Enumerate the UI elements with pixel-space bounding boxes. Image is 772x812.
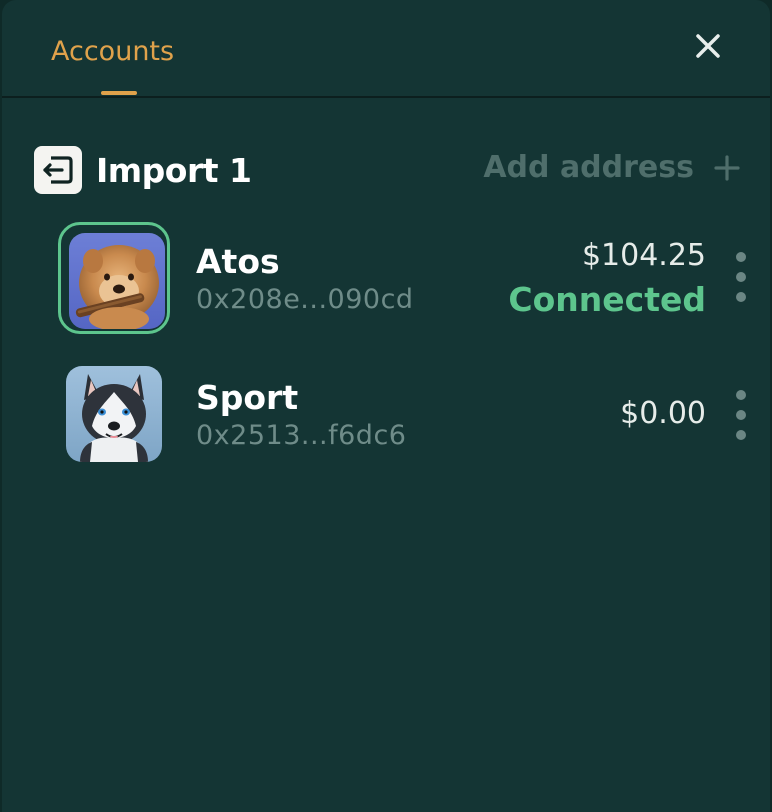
more-options-icon[interactable] <box>734 390 748 446</box>
add-address-button[interactable]: Add address <box>483 150 740 185</box>
more-options-icon[interactable] <box>734 252 748 308</box>
avatar-selected-ring <box>58 222 170 334</box>
account-name: Atos <box>196 242 280 281</box>
close-button[interactable] <box>690 28 726 64</box>
active-tab-indicator <box>101 91 137 95</box>
chow-chow-dog-avatar <box>69 233 165 329</box>
husky-dog-avatar <box>66 366 162 462</box>
wallet-name: Import 1 <box>96 151 252 190</box>
connected-status: Connected <box>508 280 706 319</box>
account-balance: $0.00 <box>620 396 706 431</box>
avatar-frame <box>58 358 170 470</box>
accounts-panel: Accounts Import 1 Add address Atos 0x208… <box>2 0 770 812</box>
wallet-group-header: Import 1 Add address <box>34 146 740 194</box>
close-icon <box>696 34 720 58</box>
plus-icon <box>714 154 740 181</box>
add-address-label: Add address <box>483 150 694 185</box>
account-address: 0x2513...f6dc6 <box>196 420 407 451</box>
account-balance: $104.25 <box>581 238 706 273</box>
account-row-sport[interactable]: Sport 0x2513...f6dc6 $0.00 <box>58 358 748 470</box>
panel-header: Accounts <box>2 0 770 98</box>
account-name: Sport <box>196 378 299 417</box>
import-icon <box>34 146 82 194</box>
account-address: 0x208e...090cd <box>196 284 414 315</box>
account-row-atos[interactable]: Atos 0x208e...090cd $104.25 Connected <box>58 222 748 334</box>
tab-accounts[interactable]: Accounts <box>51 36 174 67</box>
